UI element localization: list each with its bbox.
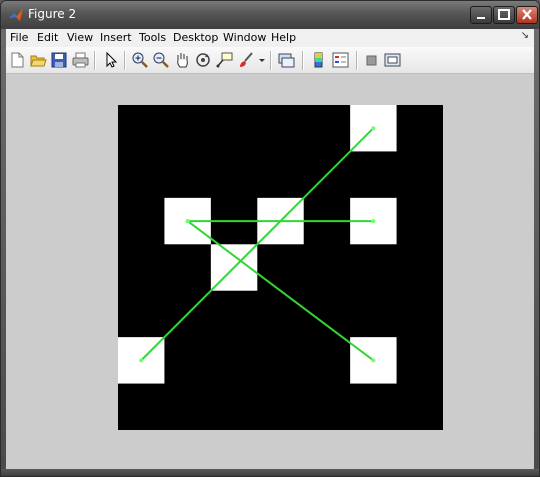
- menu-desktop[interactable]: Desktop: [173, 31, 218, 44]
- line-endpoint-marker: [139, 358, 144, 363]
- hide-plot-tools-button[interactable]: [362, 51, 381, 69]
- zoom-in-button[interactable]: [131, 51, 150, 69]
- legend-icon: [332, 52, 349, 68]
- menu-help[interactable]: Help: [271, 31, 296, 44]
- colorbar-icon: [314, 52, 323, 68]
- print-icon: [72, 52, 89, 68]
- menu-tools[interactable]: Tools: [139, 31, 166, 44]
- open-file-icon: [30, 55, 47, 67]
- minimize-button[interactable]: [470, 6, 492, 24]
- window-bottom-frame: [1, 469, 539, 476]
- zoom-out-icon: [153, 52, 169, 68]
- title-bar[interactable]: Figure 2: [1, 1, 539, 29]
- minimize-icon: [477, 17, 485, 19]
- pointer-icon: [106, 51, 118, 68]
- show-tools-icon: [384, 53, 401, 67]
- rotate-3d-button[interactable]: [194, 51, 213, 69]
- window-title: Figure 2: [28, 7, 77, 21]
- new-figure-button[interactable]: [8, 51, 27, 69]
- close-button[interactable]: [516, 6, 538, 24]
- line-endpoint-marker: [371, 126, 376, 131]
- open-file-button[interactable]: [29, 51, 48, 69]
- data-cursor-icon: [216, 52, 233, 68]
- link-plot-icon: [278, 53, 295, 68]
- zoom-in-icon: [132, 52, 148, 68]
- rotate-3d-icon: [196, 53, 210, 67]
- figure-window: Figure 2 File Edit View Insert Tools Des…: [0, 0, 540, 477]
- new-figure-icon: [11, 52, 24, 68]
- link-plot-button[interactable]: [277, 51, 296, 69]
- line-endpoint-marker: [371, 219, 376, 224]
- print-button[interactable]: [71, 51, 90, 69]
- toolbar-separator: [94, 51, 96, 70]
- dropdown-arrow-icon: [259, 59, 265, 62]
- toolbar-separator: [302, 51, 304, 70]
- figure-toolbar: [6, 47, 534, 74]
- image-pixels: [118, 105, 443, 430]
- data-cursor-button[interactable]: [215, 51, 234, 69]
- colorbar-button[interactable]: [309, 51, 328, 69]
- dock-arrow-icon[interactable]: ↘: [521, 30, 529, 41]
- menu-window[interactable]: Window: [223, 31, 266, 44]
- toolbar-separator: [124, 51, 126, 70]
- figure-canvas[interactable]: [6, 74, 534, 471]
- toolbar-separator: [356, 51, 358, 70]
- line-endpoint-marker: [371, 358, 376, 363]
- brush-dropdown-button[interactable]: [258, 51, 266, 69]
- edit-plot-button[interactable]: [101, 51, 120, 69]
- menu-bar: File Edit View Insert Tools Desktop Wind…: [6, 29, 534, 47]
- legend-button[interactable]: [331, 51, 350, 69]
- show-plot-tools-button[interactable]: [383, 51, 402, 69]
- pan-hand-icon: [177, 53, 188, 68]
- menu-file[interactable]: File: [10, 31, 28, 44]
- maximize-icon: [498, 9, 510, 20]
- menu-insert[interactable]: Insert: [100, 31, 132, 44]
- close-icon: [522, 9, 532, 20]
- menu-edit[interactable]: Edit: [37, 31, 58, 44]
- toolbar-separator: [270, 51, 272, 70]
- pan-button[interactable]: [173, 51, 192, 69]
- brush-button[interactable]: [237, 51, 256, 69]
- matlab-logo-icon: [9, 8, 23, 21]
- zoom-out-button[interactable]: [152, 51, 171, 69]
- save-button[interactable]: [50, 51, 69, 69]
- menu-view[interactable]: View: [67, 31, 93, 44]
- line-endpoint-marker: [185, 219, 190, 224]
- save-icon: [51, 52, 67, 68]
- image-axes[interactable]: [118, 105, 443, 430]
- brush-icon: [240, 52, 253, 67]
- hide-tools-icon: [366, 55, 377, 66]
- maximize-button[interactable]: [493, 6, 515, 24]
